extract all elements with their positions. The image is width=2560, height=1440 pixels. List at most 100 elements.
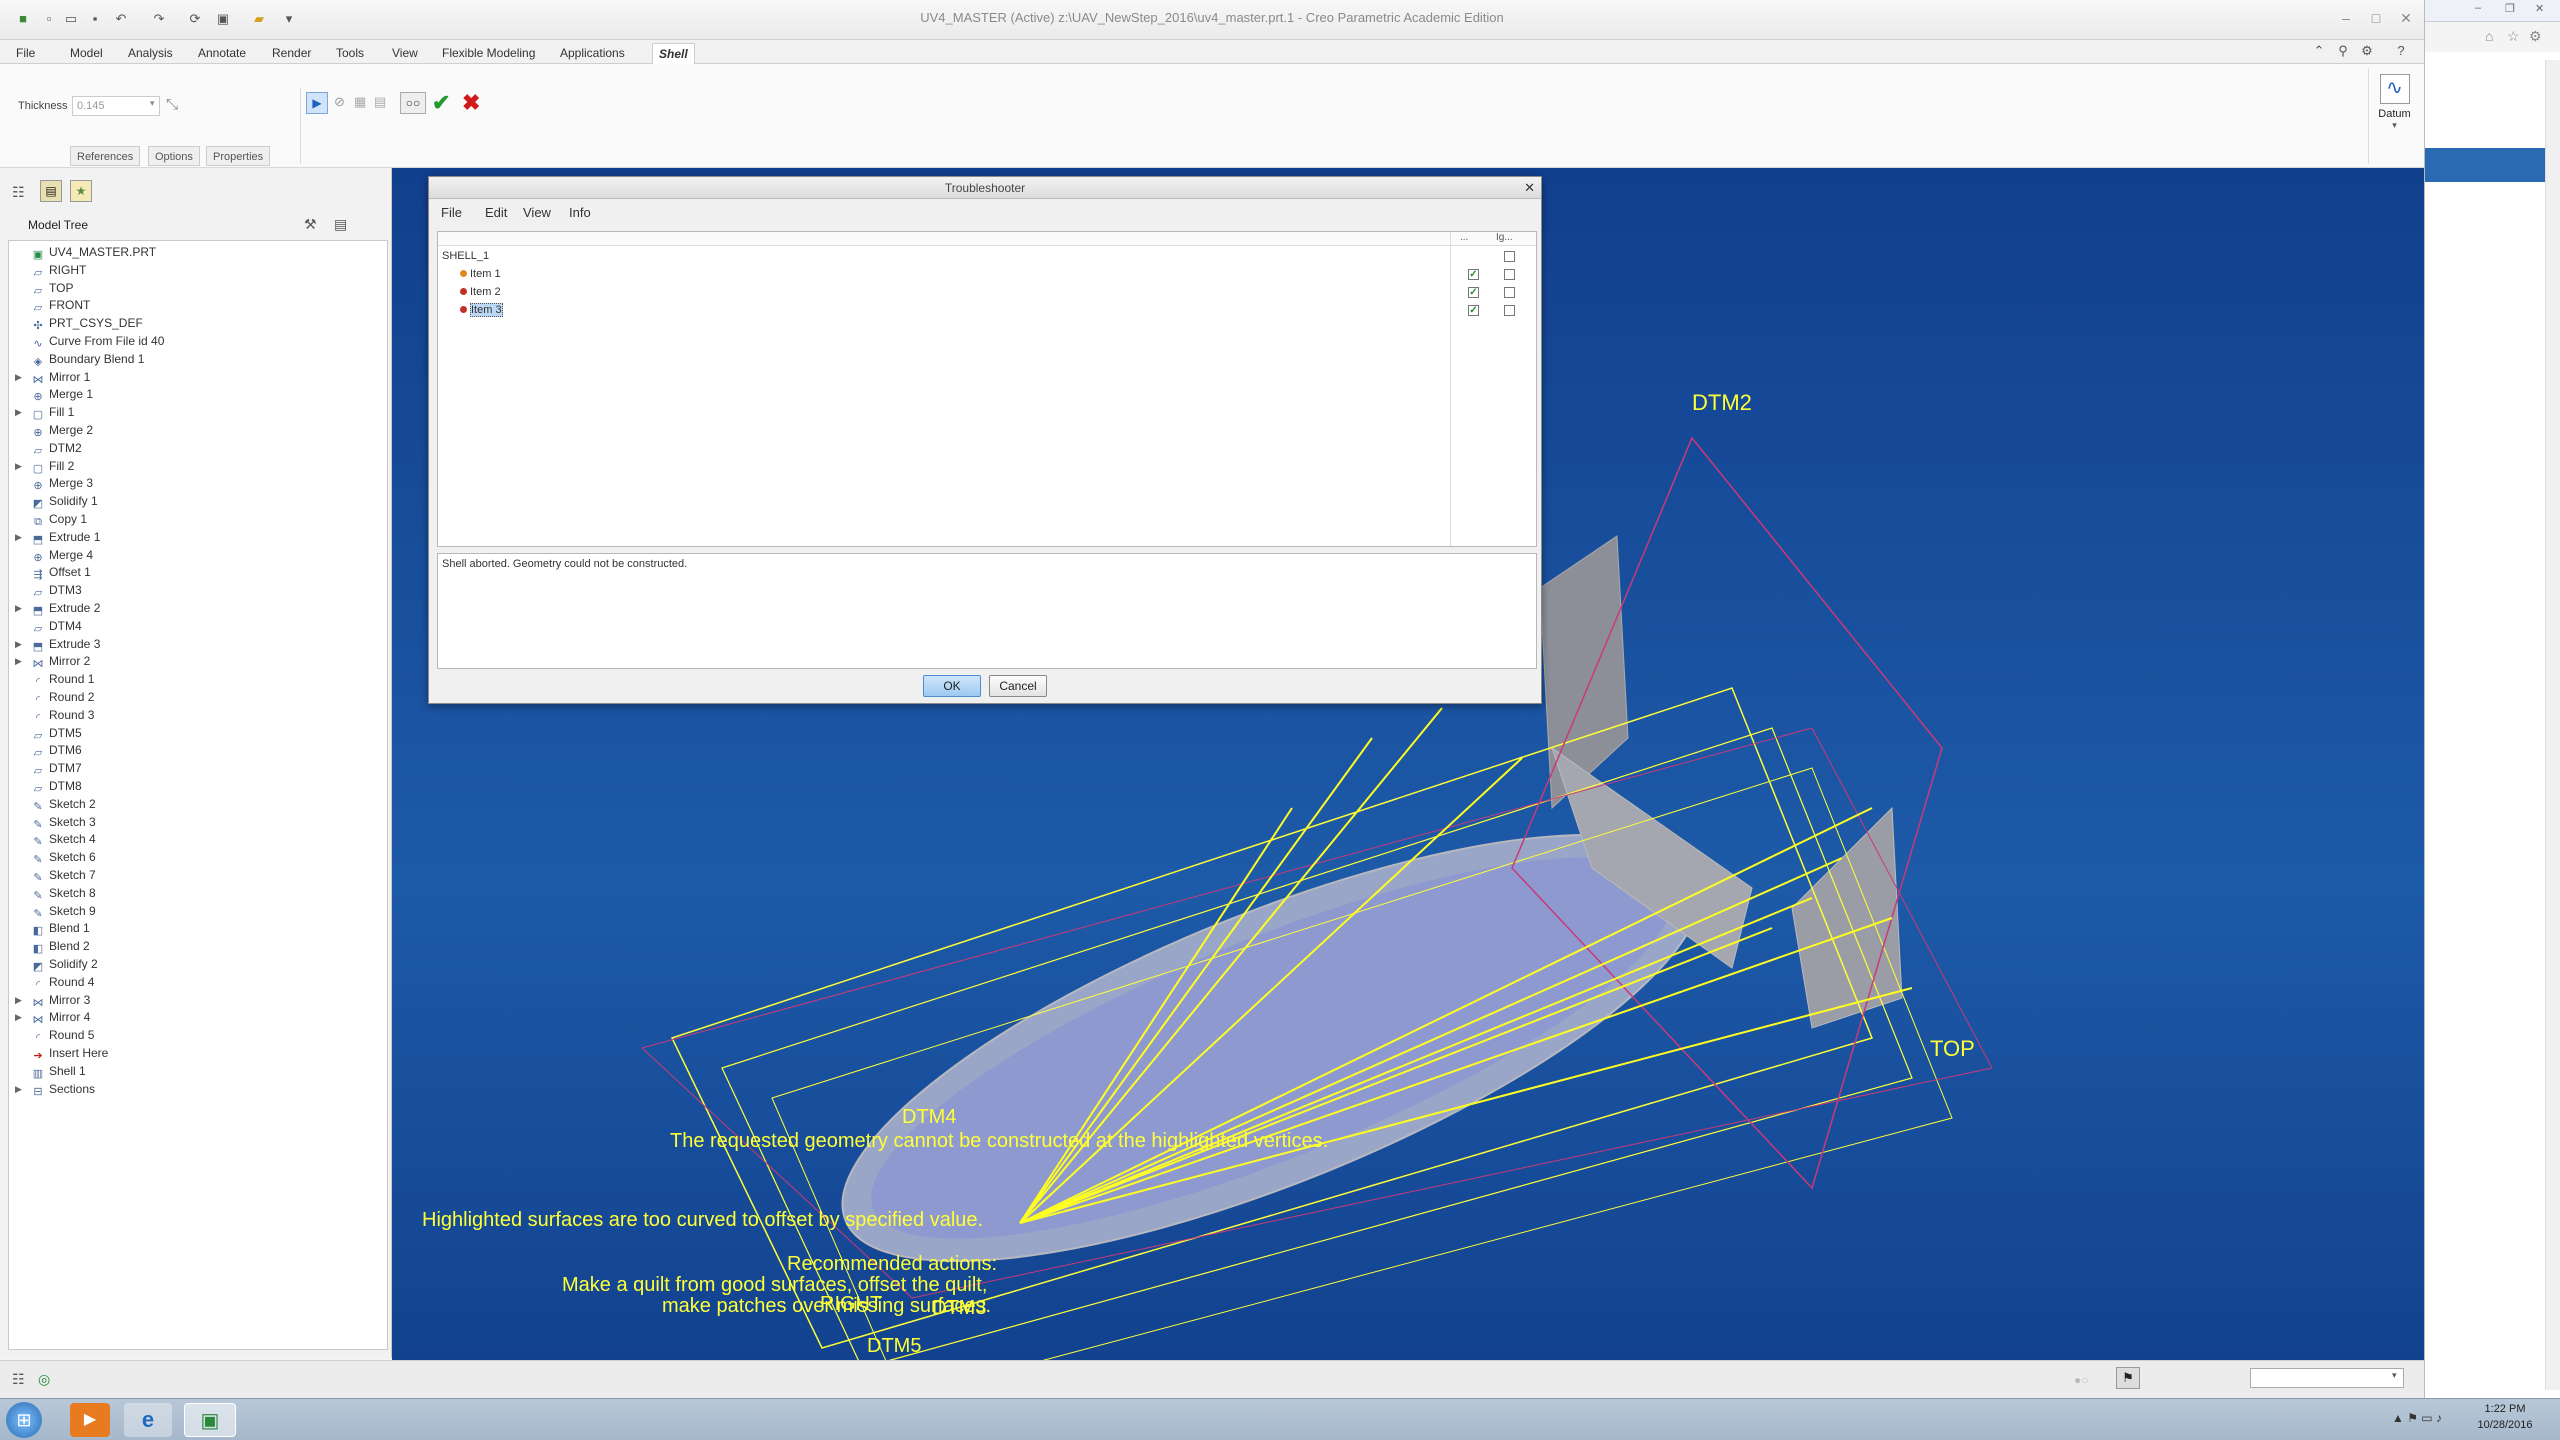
tree-item[interactable]: ▱ DTM5 <box>19 724 82 742</box>
thickness-dropdown-icon[interactable]: ▾ <box>150 98 155 109</box>
ignore-checkbox[interactable] <box>1504 305 1515 316</box>
troubleshooter-item[interactable]: Item 3 <box>460 302 503 318</box>
flip-direction-icon[interactable]: ⤡ <box>166 96 178 113</box>
tree-item[interactable]: ▱ DTM7 <box>19 759 82 777</box>
tree-item[interactable]: ✎ Sketch 8 <box>19 884 95 902</box>
tree-item[interactable]: ▱ FRONT <box>19 296 91 314</box>
tab-model[interactable]: Model <box>64 43 109 63</box>
tab-applications[interactable]: Applications <box>554 43 631 63</box>
tab-shell[interactable]: Shell <box>652 43 695 65</box>
tree-item[interactable]: ✎ Sketch 6 <box>19 848 95 866</box>
favorites-tab-icon[interactable]: ★ <box>70 180 92 202</box>
feature-preview-icon[interactable]: ▤ <box>374 94 386 110</box>
expand-arrow-icon[interactable]: ▶ <box>15 991 25 1009</box>
tree-item[interactable]: ▶ ⋈ Mirror 3 <box>15 991 90 1009</box>
tree-item[interactable]: ◜ Round 2 <box>19 688 95 706</box>
item-checkbox[interactable]: ✓ <box>1468 269 1479 280</box>
tree-item[interactable]: ◜ Round 4 <box>19 973 95 991</box>
dialog-close-icon[interactable]: ✕ <box>1524 180 1535 196</box>
expand-arrow-icon[interactable]: ▶ <box>15 599 25 617</box>
tree-settings-icon[interactable]: ⚒ <box>304 216 317 233</box>
tree-item[interactable]: ✣ PRT_CSYS_DEF <box>19 314 142 332</box>
clock-date[interactable]: 10/28/2016 <box>2466 1419 2544 1431</box>
tree-item[interactable]: ⊕ Merge 2 <box>19 421 93 439</box>
media-player-icon[interactable]: ▶ <box>70 1403 110 1437</box>
tab-references[interactable]: References <box>70 146 141 166</box>
tree-item[interactable]: ▶ ⋈ Mirror 2 <box>15 652 90 670</box>
tree-item[interactable]: ◧ Blend 1 <box>19 919 90 937</box>
tree-item[interactable]: ∿ Curve From File id 40 <box>19 332 164 350</box>
browser-close-icon[interactable]: ✕ <box>2535 2 2544 15</box>
favorites-icon[interactable]: ☆ <box>2507 28 2520 45</box>
browser-icon[interactable]: ◎ <box>38 1371 50 1388</box>
tree-item[interactable]: ▱ TOP <box>19 279 74 297</box>
tree-item[interactable]: ✎ Sketch 7 <box>19 866 95 884</box>
tree-item[interactable]: ▶ ⋈ Mirror 4 <box>15 1008 90 1026</box>
expand-arrow-icon[interactable]: ▶ <box>15 1008 25 1026</box>
expand-arrow-icon[interactable]: ▶ <box>15 652 25 670</box>
tree-item[interactable]: ◩ Solidify 2 <box>19 955 98 973</box>
tree-item[interactable]: ◩ Solidify 1 <box>19 492 98 510</box>
verify-icon[interactable]: ○○ <box>400 92 426 114</box>
tree-item[interactable]: ✎ Sketch 4 <box>19 830 95 848</box>
tree-item[interactable]: ⧉ Copy 1 <box>19 510 87 528</box>
home-icon[interactable]: ⌂ <box>2485 28 2493 44</box>
ignore-checkbox[interactable] <box>1504 287 1515 298</box>
cancel-x-icon[interactable]: ✖ <box>462 90 480 116</box>
dialog-menu-edit[interactable]: Edit <box>485 205 507 220</box>
tab-file[interactable]: File <box>10 43 41 63</box>
tab-render[interactable]: Render <box>266 43 317 63</box>
tree-item[interactable]: ▥ Shell 1 <box>19 1062 86 1080</box>
browser-restore-icon[interactable]: ❐ <box>2505 2 2515 15</box>
item-checkbox[interactable]: ✓ <box>1468 287 1479 298</box>
filter-dropdown-icon[interactable]: ▾ <box>2392 1370 2397 1381</box>
selection-filter-dropdown[interactable] <box>2250 1368 2404 1388</box>
cancel-button[interactable]: Cancel <box>989 675 1047 697</box>
troubleshooter-item[interactable]: Item 2 <box>460 284 501 300</box>
tree-item[interactable]: ▶ ⊟ Sections <box>15 1080 95 1098</box>
tree-item[interactable]: ◜ Round 5 <box>19 1026 95 1044</box>
tab-annotate[interactable]: Annotate <box>192 43 252 63</box>
datum-group[interactable]: ∿ Datum ▾ <box>2368 68 2420 164</box>
expand-arrow-icon[interactable]: ▶ <box>15 403 25 421</box>
tree-item[interactable]: ⊕ Merge 1 <box>19 385 93 403</box>
tree-item[interactable]: ▱ DTM4 <box>19 617 82 635</box>
tree-item[interactable]: ▱ DTM3 <box>19 581 82 599</box>
troubleshooter-item[interactable]: Item 1 <box>460 266 501 282</box>
expand-arrow-icon[interactable]: ▶ <box>15 368 25 386</box>
tree-item[interactable]: ▱ DTM8 <box>19 777 82 795</box>
browser-minimize-icon[interactable]: – <box>2475 2 2481 14</box>
tree-item[interactable]: ▣ UV4_MASTER.PRT <box>19 243 156 261</box>
settings-icon[interactable]: ⚙ <box>2358 42 2376 60</box>
expand-arrow-icon[interactable]: ▶ <box>15 457 25 475</box>
model-tree-tab-icon[interactable]: ☷ <box>12 184 25 201</box>
tree-item[interactable]: ◧ Blend 2 <box>19 937 90 955</box>
tree-item[interactable]: ▶ ⬒ Extrude 2 <box>15 599 100 617</box>
expand-arrow-icon[interactable]: ▶ <box>15 1080 25 1098</box>
tab-options[interactable]: Options <box>148 146 200 166</box>
minimize-icon[interactable]: – <box>2336 8 2356 28</box>
thickness-input[interactable]: 0.145 <box>72 96 160 116</box>
tree-item[interactable]: ◜ Round 1 <box>19 670 95 688</box>
tree-item[interactable]: ▶ ▢ Fill 2 <box>15 457 74 475</box>
selection-filter-icon[interactable]: ⚑ <box>2116 1367 2140 1389</box>
tree-item[interactable]: ⇶ Offset 1 <box>19 563 90 581</box>
tree-item[interactable]: ▶ ⬒ Extrude 3 <box>15 635 100 653</box>
item-checkbox[interactable]: ✓ <box>1468 305 1479 316</box>
tree-item[interactable]: ▶ ▢ Fill 1 <box>15 403 74 421</box>
tree-item[interactable]: ▱ RIGHT <box>19 261 87 279</box>
apply-checkmark-icon[interactable]: ✔ <box>432 90 450 116</box>
dialog-menu-info[interactable]: Info <box>569 205 591 220</box>
clock-time[interactable]: 1:22 PM <box>2466 1403 2544 1415</box>
tab-tools[interactable]: Tools <box>330 43 370 63</box>
tab-properties[interactable]: Properties <box>206 146 271 166</box>
show-navigator-icon[interactable]: ☷ <box>12 1371 25 1388</box>
tab-flexible-modeling[interactable]: Flexible Modeling <box>436 43 541 63</box>
tree-item[interactable]: ◜ Round 3 <box>19 706 95 724</box>
tree-item[interactable]: ▱ DTM2 <box>19 439 82 457</box>
maximize-icon[interactable]: □ <box>2366 8 2386 28</box>
folder-browser-tab-icon[interactable]: ▤ <box>40 180 62 202</box>
creo-taskbar-icon[interactable]: ▣ <box>184 1403 236 1437</box>
tools-icon[interactable]: ⚙ <box>2529 28 2542 45</box>
no-preview-icon[interactable]: ⊘ <box>334 94 345 110</box>
